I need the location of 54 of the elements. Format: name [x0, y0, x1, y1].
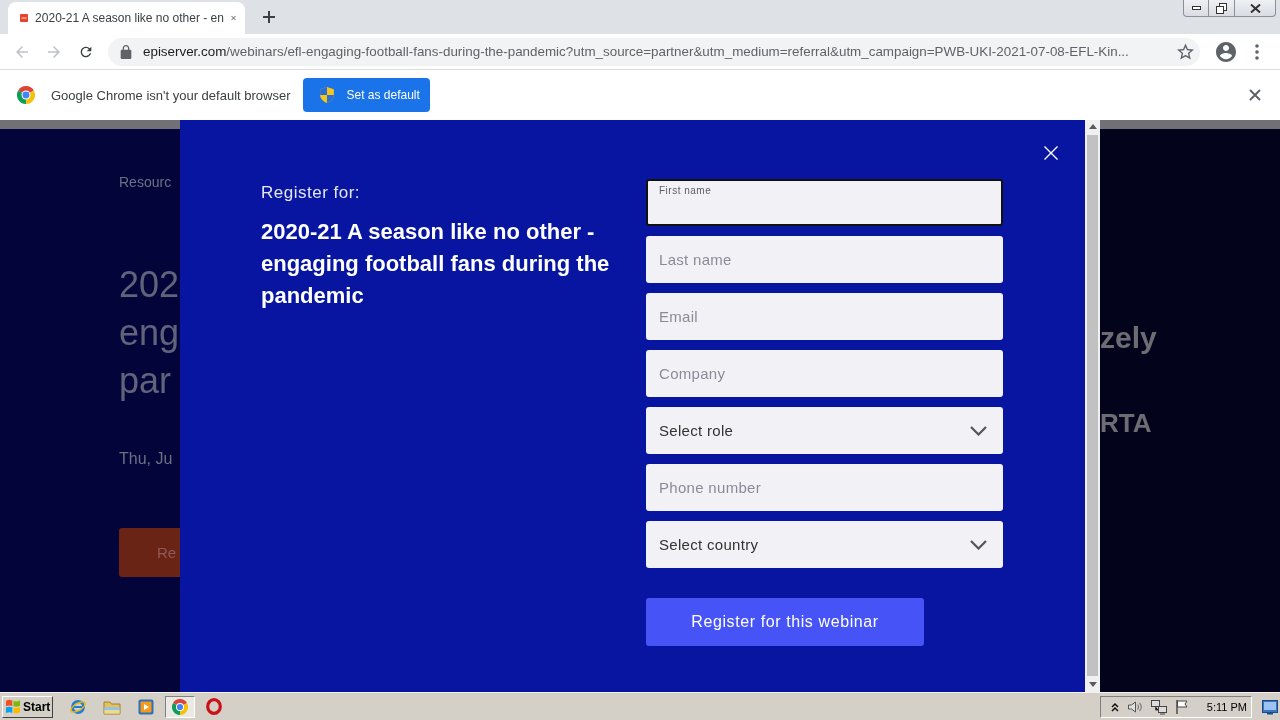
start-button[interactable]: Start [2, 695, 53, 718]
menu-icon[interactable] [1255, 43, 1259, 60]
scroll-down-arrow-icon[interactable] [1088, 682, 1097, 687]
close-icon [1249, 3, 1261, 13]
shield-icon [319, 87, 336, 103]
taskbar-button[interactable] [165, 695, 195, 718]
close-window-button[interactable] [1235, 0, 1276, 17]
register-button[interactable]: Register for this webinar [646, 598, 924, 646]
close-icon[interactable] [1249, 89, 1261, 101]
address-bar[interactable]: episerver.com/webinars/efl-engaging-football-fans-during-the-pandemic?utm_source=partner&utm_medium=referral&utm_campaign=PWB-UKI-2021-07-08-EFL-Kin... [108, 37, 1200, 66]
logo-text: RTA [1100, 407, 1152, 439]
restore-icon [1216, 2, 1227, 14]
play-tile-icon [138, 698, 154, 715]
browser-logo-icon [172, 698, 188, 715]
clock-text[interactable]: 5:11 PM [1206, 700, 1247, 713]
input-field[interactable]: Company [646, 350, 1003, 397]
date-text: Thu, Ju [119, 449, 173, 469]
flag-icon[interactable] [1175, 698, 1189, 715]
set-default-button[interactable]: Set as default [303, 78, 431, 112]
logo-text: zely [1100, 320, 1157, 356]
scrollbar-thumb[interactable] [1087, 135, 1098, 676]
heading-line: eng [119, 311, 180, 355]
ring-logo-icon [206, 698, 222, 715]
browser-tab[interactable]: 2020-21 A season like no other - en [8, 2, 245, 34]
select-field[interactable]: Select country [646, 521, 1003, 568]
desktop-icon[interactable] [1262, 698, 1278, 715]
restore-button[interactable] [1209, 0, 1235, 17]
four-pane-logo-icon [5, 699, 21, 714]
caret-up-icon[interactable] [1111, 701, 1119, 712]
infobar-message: Google Chrome isn't your default browser [51, 87, 291, 103]
input-field[interactable]: Last name [646, 236, 1003, 283]
minimize-icon [1191, 6, 1201, 10]
scroll-up-arrow-icon[interactable] [1088, 124, 1097, 129]
input-field[interactable]: First name [646, 179, 1003, 226]
breadcrumb-text: Resourc [119, 173, 172, 191]
chevron-down-icon [970, 539, 987, 550]
select-field[interactable]: Select role [646, 407, 1003, 454]
folder-icon [103, 698, 121, 715]
input-field[interactable]: Email [646, 293, 1003, 340]
network-icon[interactable] [1151, 698, 1167, 715]
lock-icon [120, 44, 132, 59]
heading-line: 202 [119, 263, 180, 307]
orbit-logo-icon [69, 697, 87, 716]
star-icon[interactable] [1177, 43, 1194, 60]
minimize-button[interactable] [1183, 0, 1209, 17]
chevron-down-icon [970, 425, 987, 436]
input-field[interactable]: Phone number [646, 464, 1003, 511]
speaker-icon[interactable] [1127, 698, 1143, 715]
browser-logo-icon [17, 86, 35, 104]
webinar-title: 2020-21 A season like no other - engaging football fans during the pandemic [261, 218, 611, 310]
account-icon[interactable] [1216, 41, 1236, 62]
heading-line: par [119, 359, 172, 403]
plus-icon[interactable] [263, 11, 275, 23]
eyebrow-text: Register for: [261, 182, 361, 204]
